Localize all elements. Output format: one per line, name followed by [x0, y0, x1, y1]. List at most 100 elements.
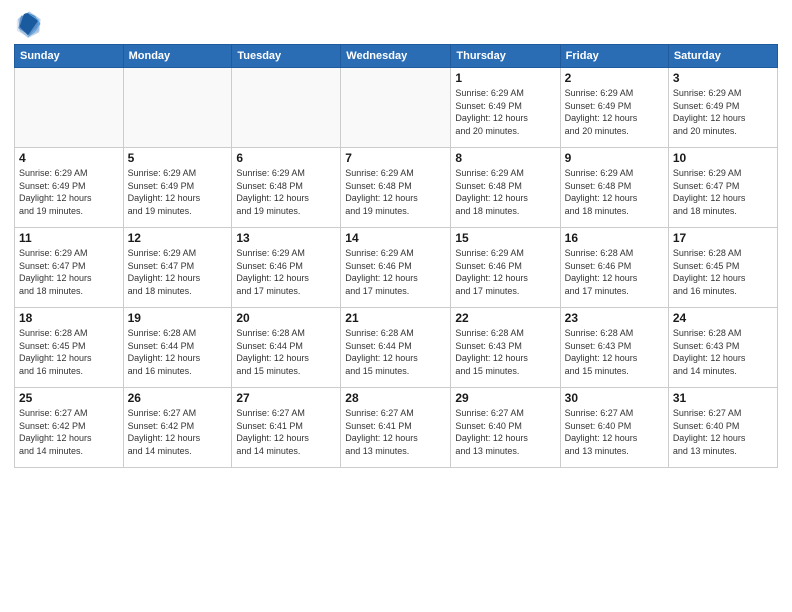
calendar-weekday-thursday: Thursday	[451, 45, 560, 68]
day-info: Sunrise: 6:27 AM Sunset: 6:40 PM Dayligh…	[455, 407, 555, 457]
calendar-weekday-saturday: Saturday	[668, 45, 777, 68]
calendar-cell: 12 Sunrise: 6:29 AM Sunset: 6:47 PM Dayli…	[123, 228, 232, 308]
day-info: Sunrise: 6:29 AM Sunset: 6:49 PM Dayligh…	[19, 167, 119, 217]
day-number: 6	[236, 151, 336, 165]
day-info: Sunrise: 6:29 AM Sunset: 6:46 PM Dayligh…	[236, 247, 336, 297]
calendar-weekday-wednesday: Wednesday	[341, 45, 451, 68]
calendar-cell: 14 Sunrise: 6:29 AM Sunset: 6:46 PM Dayli…	[341, 228, 451, 308]
calendar-cell: 7 Sunrise: 6:29 AM Sunset: 6:48 PM Daylig…	[341, 148, 451, 228]
day-info: Sunrise: 6:29 AM Sunset: 6:49 PM Dayligh…	[673, 87, 773, 137]
calendar-weekday-tuesday: Tuesday	[232, 45, 341, 68]
calendar-week-2: 4 Sunrise: 6:29 AM Sunset: 6:49 PM Daylig…	[15, 148, 778, 228]
logo	[14, 10, 46, 38]
calendar-cell: 4 Sunrise: 6:29 AM Sunset: 6:49 PM Daylig…	[15, 148, 124, 228]
day-number: 25	[19, 391, 119, 405]
day-info: Sunrise: 6:29 AM Sunset: 6:49 PM Dayligh…	[565, 87, 664, 137]
calendar-table: SundayMondayTuesdayWednesdayThursdayFrid…	[14, 44, 778, 468]
calendar-cell: 9 Sunrise: 6:29 AM Sunset: 6:48 PM Daylig…	[560, 148, 668, 228]
day-info: Sunrise: 6:27 AM Sunset: 6:40 PM Dayligh…	[673, 407, 773, 457]
day-number: 7	[345, 151, 446, 165]
calendar-cell: 25Sunrise: 6:27 AM Sunset: 6:42 PM Dayli…	[15, 388, 124, 468]
day-info: Sunrise: 6:27 AM Sunset: 6:42 PM Dayligh…	[128, 407, 228, 457]
day-info: Sunrise: 6:28 AM Sunset: 6:44 PM Dayligh…	[128, 327, 228, 377]
calendar-cell	[15, 68, 124, 148]
calendar-header-row: SundayMondayTuesdayWednesdayThursdayFrid…	[15, 45, 778, 68]
day-info: Sunrise: 6:29 AM Sunset: 6:47 PM Dayligh…	[19, 247, 119, 297]
calendar-cell: 2 Sunrise: 6:29 AM Sunset: 6:49 PM Daylig…	[560, 68, 668, 148]
day-info: Sunrise: 6:29 AM Sunset: 6:49 PM Dayligh…	[128, 167, 228, 217]
logo-icon	[14, 10, 42, 38]
calendar-week-3: 11 Sunrise: 6:29 AM Sunset: 6:47 PM Dayli…	[15, 228, 778, 308]
calendar-cell: 24 Sunrise: 6:28 AM Sunset: 6:43 PM Dayli…	[668, 308, 777, 388]
calendar-cell: 29 Sunrise: 6:27 AM Sunset: 6:40 PM Dayli…	[451, 388, 560, 468]
calendar-cell: 30 Sunrise: 6:27 AM Sunset: 6:40 PM Dayli…	[560, 388, 668, 468]
calendar-cell: 10 Sunrise: 6:29 AM Sunset: 6:47 PM Dayli…	[668, 148, 777, 228]
day-number: 24	[673, 311, 773, 325]
day-info: Sunrise: 6:29 AM Sunset: 6:47 PM Dayligh…	[673, 167, 773, 217]
calendar-week-5: 25 Sunrise: 6:27 AM Sunset: 6:42 PM Dayli…	[15, 388, 778, 468]
calendar-cell: 28Sunrise: 6:27 AM Sunset: 6:41 PM Dayli…	[341, 388, 451, 468]
day-info: Sunrise: 6:29 AM Sunset: 6:48 PM Dayligh…	[455, 167, 555, 217]
day-info: Sunrise: 6:29 AM Sunset: 6:49 PM Dayligh…	[455, 87, 555, 137]
day-number: 27	[236, 391, 336, 405]
day-info: Sunrise: 6:28 AM Sunset: 6:45 PM Dayligh…	[19, 327, 119, 377]
day-number: 9	[565, 151, 664, 165]
day-number: 23	[565, 311, 664, 325]
day-number: 4	[19, 151, 119, 165]
calendar-cell	[232, 68, 341, 148]
calendar-cell: 13 Sunrise: 6:29 AM Sunset: 6:46 PM Dayli…	[232, 228, 341, 308]
page-container: SundayMondayTuesdayWednesdayThursdayFrid…	[0, 0, 792, 612]
day-info: Sunrise: 6:28 AM Sunset: 6:46 PM Dayligh…	[565, 247, 664, 297]
calendar-weekday-sunday: Sunday	[15, 45, 124, 68]
day-number: 21	[345, 311, 446, 325]
day-number: 10	[673, 151, 773, 165]
day-info: Sunrise: 6:28 AM Sunset: 6:43 PM Dayligh…	[455, 327, 555, 377]
calendar-cell: 23 Sunrise: 6:28 AM Sunset: 6:43 PM Dayli…	[560, 308, 668, 388]
day-info: Sunrise: 6:28 AM Sunset: 6:43 PM Dayligh…	[673, 327, 773, 377]
day-info: Sunrise: 6:28 AM Sunset: 6:43 PM Dayligh…	[565, 327, 664, 377]
day-number: 22	[455, 311, 555, 325]
calendar-cell	[123, 68, 232, 148]
calendar-cell	[341, 68, 451, 148]
calendar-cell: 11 Sunrise: 6:29 AM Sunset: 6:47 PM Dayli…	[15, 228, 124, 308]
calendar-cell: 1Sunrise: 6:29 AM Sunset: 6:49 PM Daylig…	[451, 68, 560, 148]
calendar-cell: 6Sunrise: 6:29 AM Sunset: 6:48 PM Daylig…	[232, 148, 341, 228]
day-number: 20	[236, 311, 336, 325]
calendar-cell: 16 Sunrise: 6:28 AM Sunset: 6:46 PM Dayli…	[560, 228, 668, 308]
calendar-cell: 20 Sunrise: 6:28 AM Sunset: 6:44 PM Dayli…	[232, 308, 341, 388]
calendar-cell: 5Sunrise: 6:29 AM Sunset: 6:49 PM Daylig…	[123, 148, 232, 228]
day-number: 19	[128, 311, 228, 325]
day-info: Sunrise: 6:27 AM Sunset: 6:41 PM Dayligh…	[236, 407, 336, 457]
day-info: Sunrise: 6:28 AM Sunset: 6:44 PM Dayligh…	[236, 327, 336, 377]
calendar-cell: 19 Sunrise: 6:28 AM Sunset: 6:44 PM Dayli…	[123, 308, 232, 388]
calendar-cell: 8Sunrise: 6:29 AM Sunset: 6:48 PM Daylig…	[451, 148, 560, 228]
day-number: 11	[19, 231, 119, 245]
calendar-weekday-friday: Friday	[560, 45, 668, 68]
calendar-cell: 22 Sunrise: 6:28 AM Sunset: 6:43 PM Dayli…	[451, 308, 560, 388]
day-info: Sunrise: 6:29 AM Sunset: 6:46 PM Dayligh…	[455, 247, 555, 297]
day-info: Sunrise: 6:29 AM Sunset: 6:48 PM Dayligh…	[345, 167, 446, 217]
day-number: 15	[455, 231, 555, 245]
calendar-cell: 27 Sunrise: 6:27 AM Sunset: 6:41 PM Dayli…	[232, 388, 341, 468]
day-info: Sunrise: 6:27 AM Sunset: 6:40 PM Dayligh…	[565, 407, 664, 457]
day-info: Sunrise: 6:29 AM Sunset: 6:47 PM Dayligh…	[128, 247, 228, 297]
calendar-cell: 21Sunrise: 6:28 AM Sunset: 6:44 PM Dayli…	[341, 308, 451, 388]
day-number: 12	[128, 231, 228, 245]
calendar-cell: 3 Sunrise: 6:29 AM Sunset: 6:49 PM Daylig…	[668, 68, 777, 148]
day-info: Sunrise: 6:29 AM Sunset: 6:46 PM Dayligh…	[345, 247, 446, 297]
day-number: 30	[565, 391, 664, 405]
day-number: 3	[673, 71, 773, 85]
day-number: 13	[236, 231, 336, 245]
day-number: 29	[455, 391, 555, 405]
day-number: 2	[565, 71, 664, 85]
calendar-cell: 15 Sunrise: 6:29 AM Sunset: 6:46 PM Dayli…	[451, 228, 560, 308]
day-number: 31	[673, 391, 773, 405]
day-number: 14	[345, 231, 446, 245]
calendar-week-4: 18Sunrise: 6:28 AM Sunset: 6:45 PM Dayli…	[15, 308, 778, 388]
calendar-weekday-monday: Monday	[123, 45, 232, 68]
day-number: 16	[565, 231, 664, 245]
header	[14, 10, 778, 38]
day-number: 26	[128, 391, 228, 405]
day-info: Sunrise: 6:29 AM Sunset: 6:48 PM Dayligh…	[565, 167, 664, 217]
day-number: 17	[673, 231, 773, 245]
